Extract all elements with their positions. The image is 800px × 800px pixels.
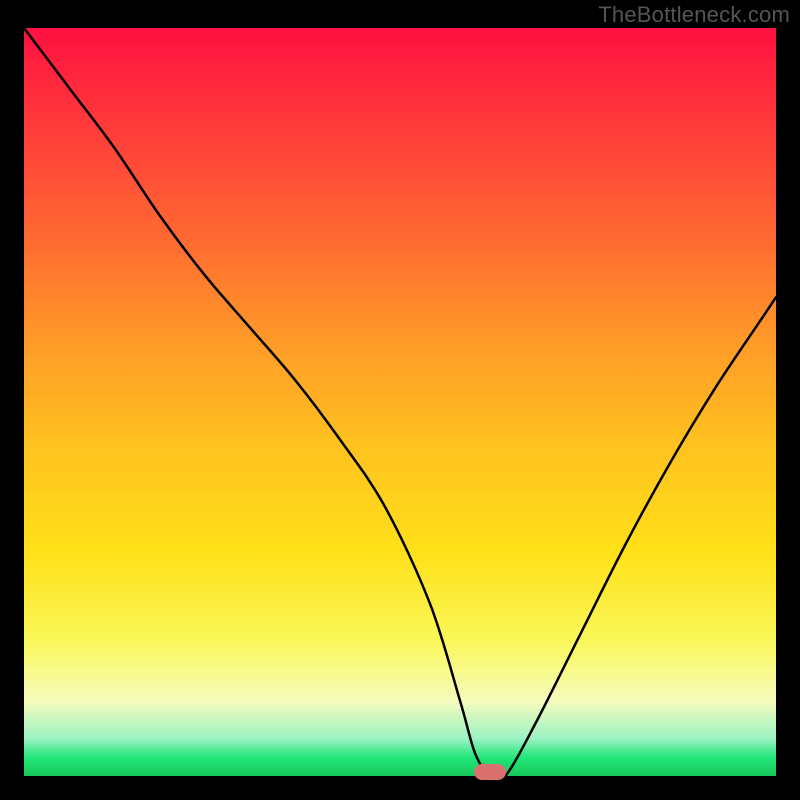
optimal-point-marker: [474, 764, 506, 780]
heat-gradient-background: [24, 28, 776, 776]
chart-frame: TheBottleneck.com: [0, 0, 800, 800]
watermark-text: TheBottleneck.com: [598, 2, 790, 28]
plot-area: [24, 28, 776, 776]
